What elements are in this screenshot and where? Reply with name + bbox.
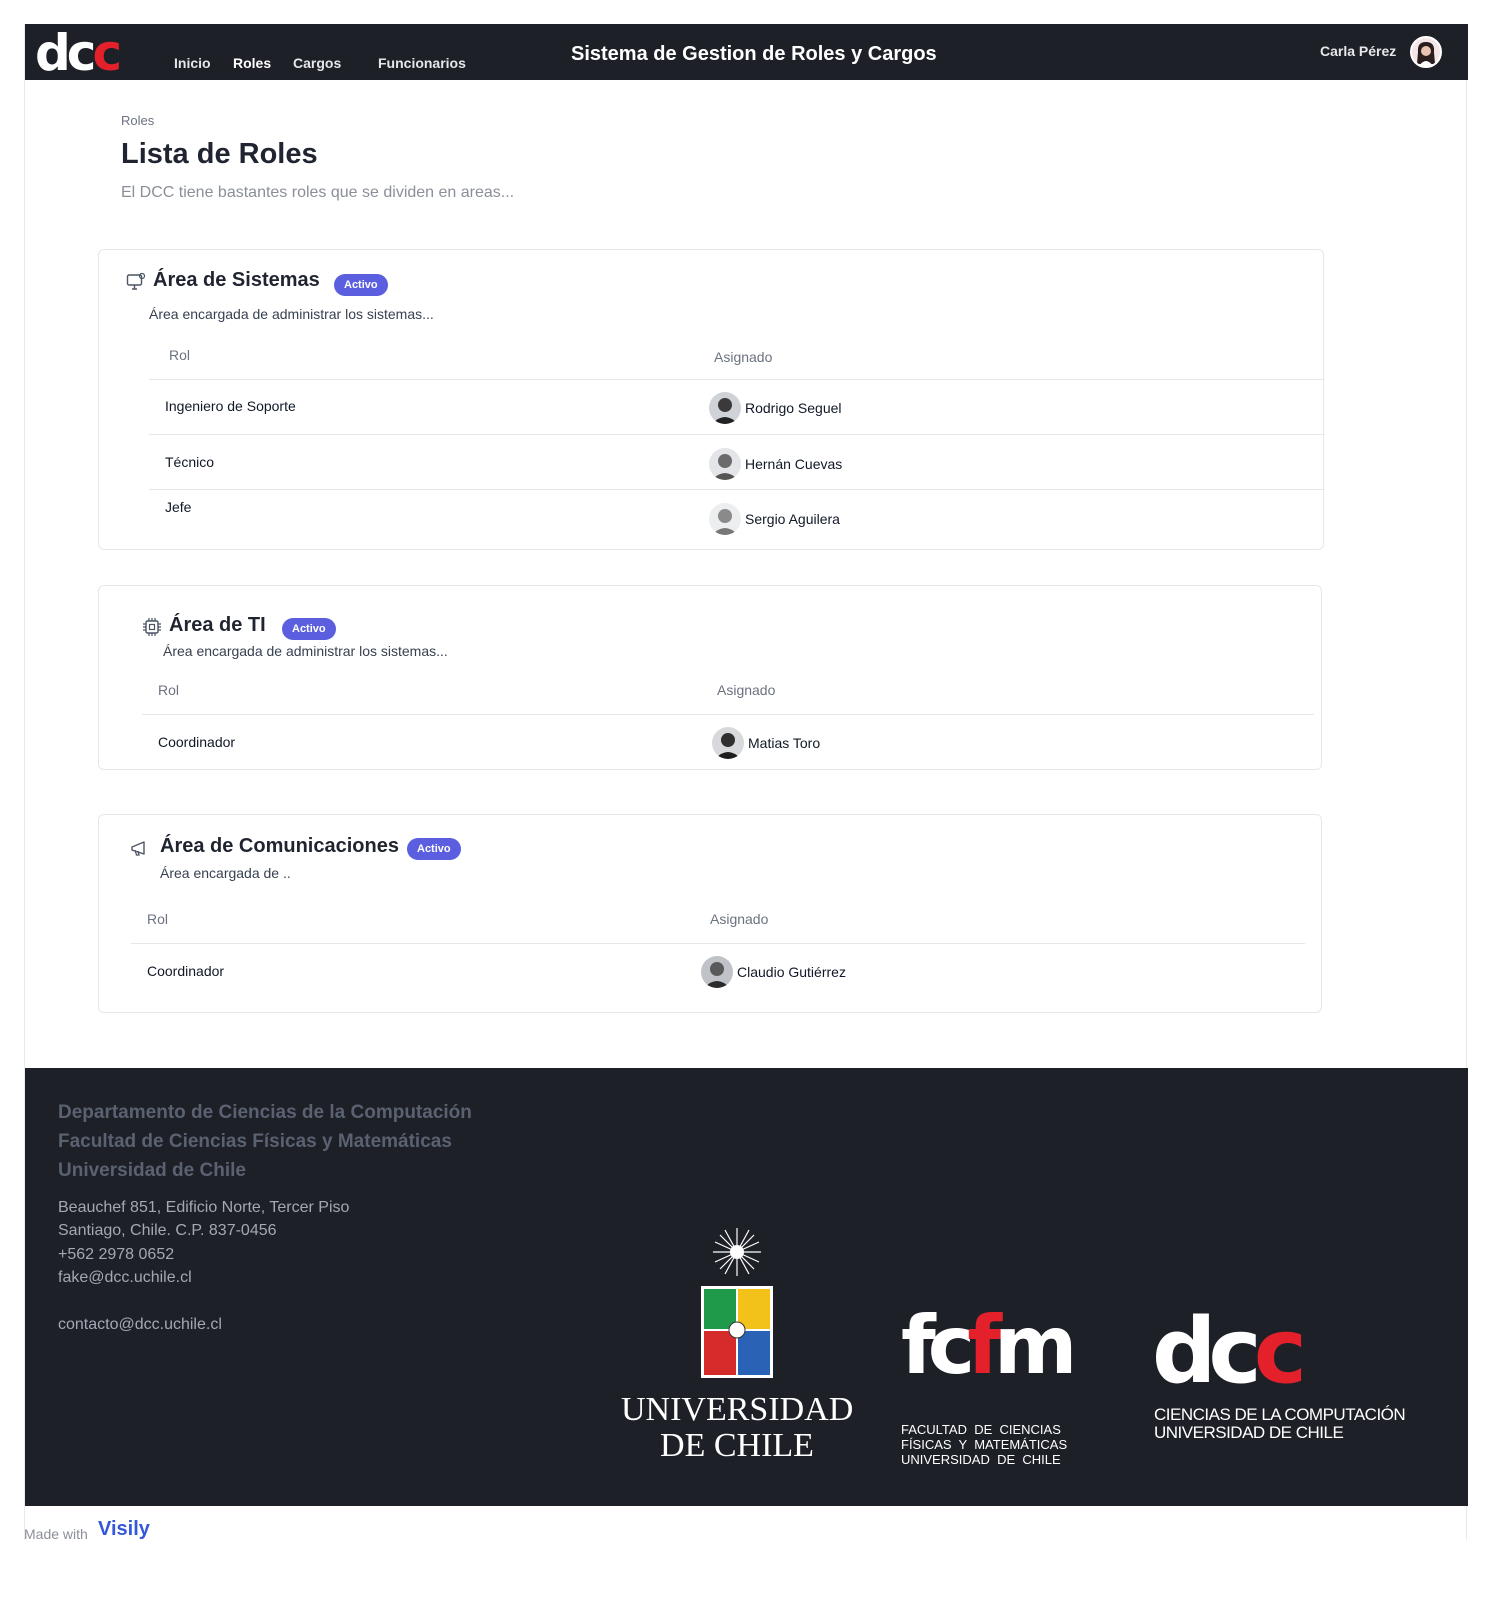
area-description: Área encargada de administrar los sistem… — [149, 306, 434, 322]
footer-phone[interactable]: +562 2978 0652 — [58, 1246, 174, 1264]
area-card-ti: Área de TI Activo Área encargada de admi… — [98, 585, 1322, 770]
role-cell: Coordinador — [158, 734, 236, 750]
column-header-asignado: Asignado — [710, 911, 769, 927]
column-header-rol: Rol — [147, 911, 169, 927]
uchile-logo[interactable]: UNIVERSIDAD DE CHILE — [621, 1224, 853, 1464]
role-cell: Técnico — [165, 454, 215, 470]
column-header-rol: Rol — [169, 347, 191, 363]
nav-roles[interactable]: Roles — [233, 55, 271, 71]
app-title: Sistema de Gestion de Roles y Cargos — [571, 43, 937, 65]
avatar — [709, 503, 741, 535]
column-header-asignado: Asignado — [717, 682, 776, 698]
fcfm-mark-f: f — [967, 1299, 1002, 1392]
dcc-mark-c: c — [1253, 1299, 1307, 1404]
area-card-sistemas: Área de Sistemas Activo Área encargada d… — [98, 249, 1325, 550]
assigned-person[interactable]: Sergio Aguilera — [709, 503, 840, 535]
monitor-icon — [126, 272, 146, 290]
role-cell: Coordinador — [147, 963, 225, 979]
table-divider — [149, 379, 1325, 380]
area-description: Área encargada de .. — [160, 865, 291, 881]
footer-city: Santiago, Chile. C.P. 837-0456 — [58, 1222, 277, 1239]
nav-cargos[interactable]: Cargos — [293, 55, 341, 71]
fcfm-mark-m: m — [994, 1299, 1077, 1392]
fcfm-mark-fc: fc — [901, 1299, 975, 1392]
user-avatar[interactable] — [1410, 36, 1442, 68]
status-badge: Activo — [334, 274, 388, 296]
assigned-name: Matias Toro — [748, 735, 821, 751]
top-navbar: dcc Inicio Roles Cargos Funcionarios Sis… — [25, 24, 1468, 80]
footer: Departamento de Ciencias de la Computaci… — [25, 1068, 1468, 1506]
status-badge: Activo — [282, 618, 336, 640]
app-frame: dcc Inicio Roles Cargos Funcionarios Sis… — [24, 24, 1468, 1540]
fcfm-text-line2: FÍSICAS Y MATEMÁTICAS — [901, 1437, 1068, 1452]
page-title: Lista de Roles — [121, 138, 318, 170]
uchile-logo-line2: DE CHILE — [660, 1427, 814, 1464]
avatar — [712, 727, 744, 759]
dcc-mark-dc: dc — [1152, 1299, 1262, 1404]
dcc-text-line2: UNIVERSIDAD DE CHILE — [1154, 1423, 1344, 1442]
made-with-label: Made with — [24, 1526, 88, 1542]
assigned-person[interactable]: Claudio Gutiérrez — [701, 956, 846, 988]
avatar — [709, 392, 741, 424]
megaphone-icon — [131, 841, 145, 856]
dcc-footer-logo[interactable]: dcc CIENCIAS DE LA COMPUTACIÓN UNIVERSID… — [1152, 1304, 1412, 1444]
footer-address: Beauchef 851, Edificio Norte, Tercer Pis… — [58, 1199, 350, 1216]
assigned-name: Sergio Aguilera — [745, 511, 840, 527]
assigned-person[interactable]: Hernán Cuevas — [709, 448, 842, 480]
nav-funcionarios[interactable]: Funcionarios — [378, 55, 466, 71]
assigned-name: Claudio Gutiérrez — [737, 964, 846, 980]
nav-inicio[interactable]: Inicio — [174, 55, 211, 71]
footer-university: Universidad de Chile — [58, 1160, 246, 1181]
logo-text-c: c — [92, 24, 122, 82]
role-cell: Jefe — [165, 499, 192, 515]
cpu-chip-icon — [143, 618, 161, 636]
column-header-rol: Rol — [158, 682, 180, 698]
footer-email[interactable]: fake@dcc.uchile.cl — [58, 1269, 192, 1287]
role-cell: Ingeniero de Soporte — [165, 398, 296, 414]
breadcrumb[interactable]: Roles — [121, 113, 154, 128]
user-name[interactable]: Carla Pérez — [1320, 43, 1396, 59]
table-divider — [149, 434, 1325, 435]
area-title: Área de Sistemas — [153, 269, 320, 291]
footer-contact-email[interactable]: contacto@dcc.uchile.cl — [58, 1316, 222, 1334]
assigned-name: Rodrigo Seguel — [745, 400, 842, 416]
area-title: Área de TI — [169, 614, 266, 636]
area-description: Área encargada de administrar los sistem… — [163, 643, 448, 659]
fcfm-text-line3: UNIVERSIDAD DE CHILE — [901, 1452, 1061, 1467]
visily-brand[interactable]: Visily — [98, 1518, 150, 1541]
table-divider — [142, 714, 1314, 715]
table-divider — [149, 489, 1325, 490]
fcfm-logo[interactable]: fcfm FACULTAD DE CIENCIAS FÍSICAS Y MATE… — [901, 1296, 1087, 1472]
page-description: El DCC tiene bastantes roles que se divi… — [121, 184, 515, 201]
uchile-crest-icon — [701, 1228, 773, 1378]
avatar — [701, 956, 733, 988]
dcc-logo[interactable]: dcc — [35, 28, 122, 78]
column-header-asignado: Asignado — [714, 349, 773, 365]
footer-department: Departamento de Ciencias de la Computaci… — [58, 1102, 472, 1123]
fcfm-text-line1: FACULTAD DE CIENCIAS — [901, 1422, 1061, 1437]
area-card-comunicaciones: Área de Comunicaciones Activo Área encar… — [98, 814, 1322, 1013]
table-divider — [131, 943, 1305, 944]
dcc-text-line1: CIENCIAS DE LA COMPUTACIÓN — [1154, 1405, 1406, 1424]
area-title: Área de Comunicaciones — [160, 835, 399, 857]
status-badge: Activo — [407, 838, 461, 860]
assigned-person[interactable]: Rodrigo Seguel — [709, 392, 842, 424]
assigned-person[interactable]: Matias Toro — [712, 727, 820, 759]
footer-faculty: Facultad de Ciencias Físicas y Matemátic… — [58, 1131, 452, 1152]
uchile-logo-line1: UNIVERSIDAD — [621, 1391, 854, 1428]
avatar — [709, 448, 741, 480]
logo-text-dc: dc — [35, 24, 96, 82]
assigned-name: Hernán Cuevas — [745, 456, 843, 472]
